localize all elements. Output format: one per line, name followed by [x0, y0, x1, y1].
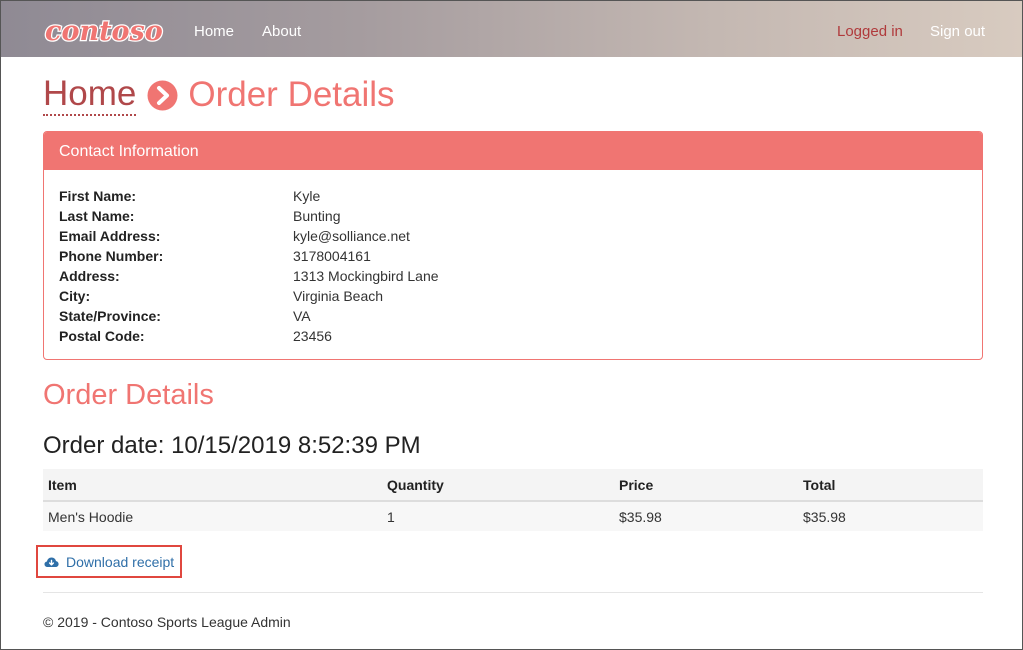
order-items-table: Item Quantity Price Total Men's Hoodie 1… [43, 469, 983, 531]
cell-price: $35.98 [614, 501, 798, 531]
column-header-item: Item [43, 469, 382, 502]
contact-row-phone: Phone Number: 3178004161 [59, 247, 439, 267]
contoso-logo[interactable]: contoso [43, 13, 167, 47]
info-value: 1313 Mockingbird Lane [293, 268, 439, 284]
nav-home-link[interactable]: Home [194, 23, 234, 40]
cell-item: Men's Hoodie [43, 501, 382, 531]
column-header-quantity: Quantity [382, 469, 614, 502]
info-label: State/Province: [59, 308, 161, 324]
contact-row-email: Email Address: kyle@solliance.net [59, 227, 439, 247]
info-label: First Name: [59, 188, 137, 204]
info-label: Phone Number: [59, 248, 164, 264]
panel-heading: Contact Information [44, 132, 982, 170]
contact-row-address: Address: 1313 Mockingbird Lane [59, 267, 439, 287]
download-receipt-button[interactable]: Download receipt [36, 545, 182, 578]
info-label: City: [59, 288, 91, 304]
contact-info-list: First Name: Kyle Last Name: Bunting Emai… [59, 187, 439, 347]
footer-text: © 2019 - Contoso Sports League Admin [43, 614, 291, 630]
nav-sign-out-link[interactable]: Sign out [930, 23, 985, 40]
chevron-circle-right-icon [147, 80, 178, 110]
contact-row-state: State/Province: VA [59, 307, 439, 327]
info-value: 3178004161 [293, 248, 371, 264]
download-receipt-label: Download receipt [66, 553, 175, 570]
footer-divider [43, 592, 983, 593]
contact-row-first-name: First Name: Kyle [59, 187, 439, 207]
cell-quantity: 1 [382, 501, 614, 531]
info-value: 23456 [293, 328, 332, 344]
cell-total: $35.98 [798, 501, 983, 531]
table-row: Men's Hoodie 1 $35.98 $35.98 [43, 501, 983, 531]
contact-information-panel: Contact Information First Name: Kyle Las… [43, 131, 983, 360]
info-label: Last Name: [59, 208, 135, 224]
nav-logged-in-link[interactable]: Logged in [837, 23, 903, 40]
cloud-download-icon [44, 557, 59, 567]
breadcrumb: Home Order Details [43, 73, 395, 117]
info-value: VA [293, 308, 311, 324]
breadcrumb-home-link[interactable]: Home [43, 74, 137, 116]
info-label: Address: [59, 268, 120, 284]
svg-text:contoso: contoso [45, 16, 163, 47]
column-header-total: Total [798, 469, 983, 502]
top-navbar: contoso Home About Logged in Sign out [1, 1, 1022, 57]
order-details-heading: Order Details [43, 379, 214, 411]
info-value: Virginia Beach [293, 288, 384, 304]
breadcrumb-current: Order Details [188, 75, 395, 114]
contact-row-city: City: Virginia Beach [59, 287, 439, 307]
table-header-row: Item Quantity Price Total [43, 469, 983, 502]
info-value: kyle@solliance.net [293, 228, 410, 244]
order-date: Order date: 10/15/2019 8:52:39 PM [43, 432, 421, 459]
contact-row-last-name: Last Name: Bunting [59, 207, 439, 227]
info-label: Postal Code: [59, 328, 145, 344]
nav-about-link[interactable]: About [262, 23, 301, 40]
info-label: Email Address: [59, 228, 161, 244]
info-value: Kyle [293, 188, 321, 204]
column-header-price: Price [614, 469, 798, 502]
contact-row-postal-code: Postal Code: 23456 [59, 327, 439, 347]
info-value: Bunting [293, 208, 341, 224]
